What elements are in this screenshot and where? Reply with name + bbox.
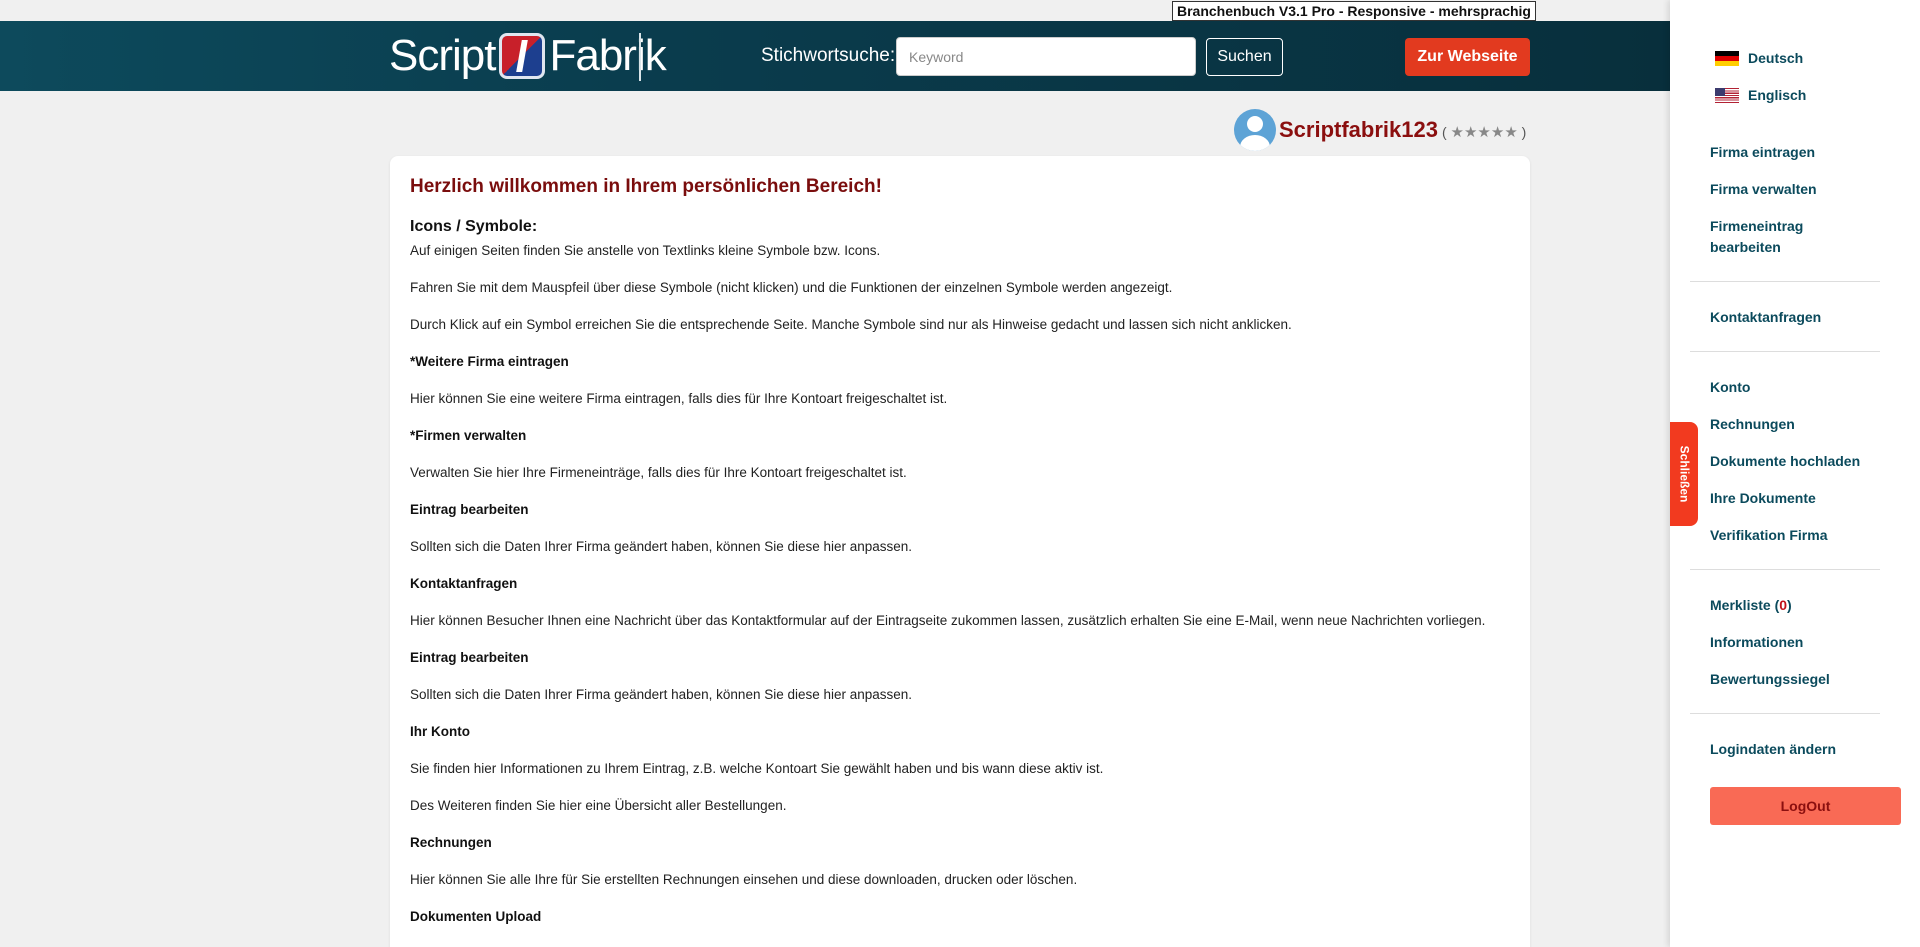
section-heading: Ihr Konto bbox=[410, 724, 470, 739]
content-paragraph: Sollten sich die Daten Ihrer Firma geänd… bbox=[410, 539, 913, 554]
sidebar-divider bbox=[1690, 281, 1880, 282]
sidebar-item-informationen[interactable]: Informationen bbox=[1710, 632, 1803, 653]
section-heading: *Firmen verwalten bbox=[410, 428, 527, 443]
search-label: Stichwortsuche: bbox=[761, 45, 896, 66]
section-heading: Eintrag bearbeiten bbox=[410, 502, 529, 517]
sidebar-item-dokumente-hochladen[interactable]: Dokumente hochladen bbox=[1710, 451, 1860, 472]
sidebar-item-logindaten-aendern[interactable]: Logindaten ändern bbox=[1710, 739, 1836, 760]
username[interactable]: Scriptfabrik123 bbox=[1279, 117, 1438, 143]
language-english[interactable]: Englisch bbox=[1715, 87, 1806, 103]
sidebar-menu: Deutsch Englisch Firma eintragen Firma v… bbox=[1670, 0, 1920, 947]
section-heading: Kontaktanfragen bbox=[410, 576, 518, 591]
section-heading: Rechnungen bbox=[410, 835, 492, 850]
german-flag-icon bbox=[1715, 50, 1739, 66]
logo-divider bbox=[639, 33, 641, 81]
logo-mark-icon bbox=[499, 33, 546, 79]
sidebar-item-firma-eintragen[interactable]: Firma eintragen bbox=[1710, 142, 1815, 163]
content-paragraph: Hier können Besucher Ihnen eine Nachrich… bbox=[410, 613, 1486, 628]
close-tab-label: Schließen bbox=[1677, 445, 1691, 503]
sidebar-item-firmeneintrag[interactable]: Firmeneintrag bbox=[1710, 216, 1803, 237]
user-rating: ( ★★★★★ ) bbox=[1442, 123, 1526, 141]
content-paragraph: Durch Klick auf ein Symbol erreichen Sie… bbox=[410, 317, 1292, 332]
sidebar-item-bewertungssiegel[interactable]: Bewertungssiegel bbox=[1710, 669, 1830, 690]
content-paragraph: Hier können Sie eine weitere Firma eintr… bbox=[410, 391, 948, 406]
close-sidebar-tab[interactable]: Schließen bbox=[1670, 422, 1698, 526]
merkliste-label: Merkliste ( bbox=[1710, 597, 1780, 613]
content-paragraph: Sollten sich die Daten Ihrer Firma geänd… bbox=[410, 687, 913, 702]
sidebar-divider bbox=[1690, 351, 1880, 352]
rating-close: ) bbox=[1521, 124, 1527, 140]
search-input[interactable] bbox=[896, 37, 1196, 76]
sidebar-item-firma-verwalten[interactable]: Firma verwalten bbox=[1710, 179, 1817, 200]
logo-text-fabrik: Fabrik bbox=[549, 31, 666, 80]
section-heading: *Weitere Firma eintragen bbox=[410, 354, 569, 369]
us-flag-icon bbox=[1715, 87, 1739, 103]
content-paragraph: Auf einigen Seiten finden Sie anstelle v… bbox=[410, 243, 881, 258]
logo-text-script: Script bbox=[389, 31, 496, 80]
sidebar-item-ihre-dokumente[interactable]: Ihre Dokumente bbox=[1710, 488, 1816, 509]
content-card: Herzlich willkommen in Ihrem persönliche… bbox=[390, 156, 1530, 947]
user-bar: Scriptfabrik123 ( ★★★★★ ) bbox=[1234, 109, 1526, 151]
sidebar-item-rechnungen[interactable]: Rechnungen bbox=[1710, 414, 1795, 435]
merkliste-count: 0 bbox=[1779, 597, 1788, 613]
section-heading: Eintrag bearbeiten bbox=[410, 650, 529, 665]
welcome-title: Herzlich willkommen in Ihrem persönliche… bbox=[410, 176, 882, 197]
search-button[interactable]: Suchen bbox=[1206, 38, 1283, 76]
sidebar-item-merkliste[interactable]: Merkliste (0) bbox=[1710, 595, 1792, 616]
star-icon: ★★★★★ bbox=[1450, 124, 1518, 141]
logout-button[interactable]: LogOut bbox=[1710, 787, 1901, 825]
content-paragraph: Des Weiteren finden Sie hier eine Übersi… bbox=[410, 798, 787, 813]
version-badge: Branchenbuch V3.1 Pro - Responsive - meh… bbox=[1172, 1, 1536, 21]
site-logo[interactable]: Script Fabrik bbox=[389, 29, 667, 83]
sidebar-item-verifikation-firma[interactable]: Verifikation Firma bbox=[1710, 525, 1827, 546]
content-paragraph: Hier können Sie alle Ihre für Sie erstel… bbox=[410, 872, 1078, 887]
content-paragraph: Fahren Sie mit dem Mauspfeil über diese … bbox=[410, 280, 1173, 295]
language-german[interactable]: Deutsch bbox=[1715, 50, 1803, 66]
website-button[interactable]: Zur Webseite bbox=[1405, 38, 1530, 76]
sidebar-divider bbox=[1690, 713, 1880, 714]
site-header: Script Fabrik Stichwortsuche: Suchen Zur… bbox=[0, 21, 1670, 91]
content-paragraph: Verwalten Sie hier Ihre Firmeneinträge, … bbox=[410, 465, 907, 480]
section-heading: Dokumenten Upload bbox=[410, 909, 542, 924]
sidebar-item-bearbeiten[interactable]: bearbeiten bbox=[1710, 237, 1781, 258]
sidebar-divider bbox=[1690, 569, 1880, 570]
rating-open: ( bbox=[1441, 124, 1447, 140]
icons-heading: Icons / Symbole: bbox=[410, 218, 538, 235]
sidebar-item-kontaktanfragen[interactable]: Kontaktanfragen bbox=[1710, 307, 1821, 328]
user-avatar-icon bbox=[1234, 109, 1276, 151]
sidebar-item-konto[interactable]: Konto bbox=[1710, 377, 1750, 398]
language-label: Deutsch bbox=[1748, 50, 1804, 66]
language-label: Englisch bbox=[1748, 87, 1807, 103]
merkliste-close: ) bbox=[1787, 597, 1792, 613]
content-paragraph: Sie finden hier Informationen zu Ihrem E… bbox=[410, 761, 1104, 776]
